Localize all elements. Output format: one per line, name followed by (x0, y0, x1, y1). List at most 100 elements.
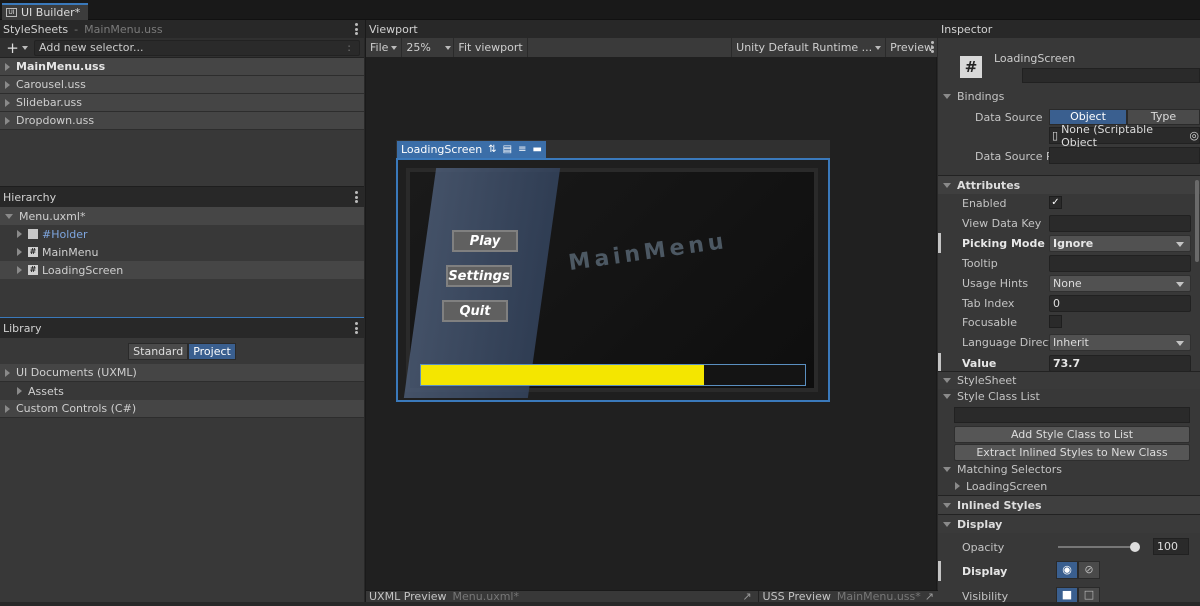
picking-mode-dropdown[interactable]: Ignore (1049, 234, 1191, 252)
left-panel: StyleSheets - MainMenu.uss + Add new sel… (0, 20, 364, 602)
zoom-label: 25% (406, 41, 431, 54)
play-button[interactable]: Play (452, 230, 518, 252)
tab-index-field[interactable]: 0 (1049, 294, 1191, 312)
language-direction-row: Language Directi Inherit (938, 332, 1200, 352)
collapse-arrow-icon[interactable] (943, 502, 951, 508)
hierarchy-item-mainmenu[interactable]: # MainMenu (0, 243, 364, 261)
library-item-custom-controls[interactable]: Custom Controls (C#) (0, 400, 364, 418)
ui-builder-tab[interactable]: UI UI Builder* (2, 3, 89, 20)
matching-selector-item[interactable]: LoadingScreen (938, 477, 1200, 495)
kebab-menu-icon[interactable] (355, 322, 358, 334)
kebab-menu-icon[interactable] (355, 191, 358, 203)
expand-arrow-icon[interactable] (955, 482, 960, 490)
inspector-header: Inspector (938, 20, 1200, 38)
add-style-class-button[interactable]: Add Style Class to List (954, 426, 1190, 443)
expand-arrow-icon[interactable] (5, 116, 10, 125)
value-field[interactable]: 73.7 (1049, 354, 1191, 372)
expand-arrow-icon[interactable] (5, 80, 10, 89)
opacity-slider-track[interactable] (1058, 546, 1134, 548)
tab-index-label: Tab Index (962, 296, 1015, 310)
kebab-menu-icon[interactable] (931, 41, 934, 53)
quit-button[interactable]: Quit (442, 300, 508, 322)
align-icon[interactable]: ▤ (503, 144, 512, 155)
kebab-menu-icon[interactable] (355, 23, 358, 35)
inspector-scrollbar[interactable] (1195, 180, 1199, 262)
collapse-arrow-icon[interactable] (5, 213, 13, 219)
opacity-slider-handle[interactable] (1130, 542, 1140, 552)
collapse-arrow-icon[interactable] (943, 378, 951, 383)
library-header: Library (0, 318, 364, 338)
matching-selectors-foldout[interactable]: Matching Selectors (938, 460, 1200, 478)
stylesheets-header: StyleSheets - MainMenu.uss (0, 20, 364, 38)
document-icon: ▯ (1052, 129, 1059, 142)
visibility-visible-icon[interactable]: ■ (1056, 587, 1078, 603)
display-flex-eye-icon[interactable]: ◉ (1056, 561, 1078, 579)
value-label: Value (962, 356, 997, 370)
stylesheet-row-carousel[interactable]: Carousel.uss (0, 76, 364, 94)
settings-button[interactable]: Settings (446, 265, 512, 287)
inlined-styles-foldout[interactable]: Inlined Styles (938, 495, 1200, 514)
hierarchy-label: MainMenu (42, 245, 99, 259)
flex-direction-icon[interactable]: ⇅ (488, 144, 496, 155)
expand-arrow-icon[interactable] (17, 230, 22, 238)
expand-arrow-icon[interactable] (5, 62, 10, 71)
focusable-checkbox[interactable] (1049, 315, 1062, 328)
element-name-field[interactable] (1022, 68, 1200, 83)
add-stylesheet-button[interactable]: + (0, 39, 34, 57)
file-menu[interactable]: File (366, 38, 403, 57)
object-field[interactable]: ▯ None (Scriptable Object ◎ (1049, 123, 1200, 149)
zoom-dropdown[interactable]: 25% (402, 38, 455, 57)
usage-hints-dropdown[interactable]: None (1049, 274, 1191, 292)
bindings-foldout[interactable]: Bindings (938, 86, 1200, 106)
hierarchy-item-holder[interactable]: #Holder (0, 225, 364, 243)
tooltip-field[interactable] (1049, 254, 1191, 272)
expand-arrow-icon[interactable] (5, 404, 10, 413)
justify-icon[interactable]: ≡ (518, 144, 526, 155)
stylesheets-title: StyleSheets (3, 22, 69, 36)
visibility-hidden-icon[interactable]: □ (1078, 587, 1100, 603)
uss-preview-file: MainMenu.uss* (836, 590, 921, 602)
collapse-arrow-icon[interactable] (943, 182, 951, 188)
enabled-label: Enabled (962, 196, 1007, 210)
loading-screen-canvas[interactable]: Play Settings Quit MainMenu (396, 158, 830, 402)
hierarchy-item-loadingscreen[interactable]: # LoadingScreen (0, 261, 364, 279)
open-external-icon[interactable]: ↗ (925, 591, 934, 602)
language-direction-dropdown[interactable]: Inherit (1049, 333, 1191, 351)
enabled-checkbox[interactable]: ✓ (1049, 196, 1062, 209)
library-item-assets[interactable]: Assets (0, 382, 364, 400)
opacity-field[interactable]: 100 (1153, 538, 1189, 555)
hierarchy-root[interactable]: Menu.uxml* (0, 207, 364, 225)
fit-viewport-button[interactable]: Fit viewport (454, 38, 528, 57)
collapse-arrow-icon[interactable] (943, 521, 951, 527)
stylesheet-row-mainmenu[interactable]: MainMenu.uss (0, 58, 364, 76)
expand-arrow-icon[interactable] (17, 387, 22, 395)
extract-inlined-styles-button[interactable]: Extract Inlined Styles to New Class (954, 444, 1190, 461)
library-item-uxml[interactable]: UI Documents (UXML) (0, 364, 364, 382)
add-selector-input[interactable]: Add new selector... : (34, 39, 360, 56)
tab-standard[interactable]: Standard (128, 342, 189, 360)
open-external-icon[interactable]: ↗ (742, 591, 751, 602)
expand-arrow-icon[interactable] (17, 248, 22, 256)
collapse-arrow-icon[interactable] (943, 93, 951, 99)
expand-arrow-icon[interactable] (5, 368, 10, 377)
collapse-arrow-icon[interactable] (943, 466, 951, 472)
selected-element-badge[interactable]: LoadingScreen ⇅ ▤ ≡ ▬ (397, 141, 546, 158)
object-picker-icon[interactable]: ◎ (1189, 129, 1199, 142)
theme-dropdown[interactable]: Unity Default Runtime ... (731, 38, 887, 57)
data-source-path-field[interactable] (1049, 147, 1200, 164)
tab-title: UI Builder* (21, 6, 81, 19)
stylesheet-row-dropdown[interactable]: Dropdown.uss (0, 112, 364, 130)
view-data-key-field[interactable] (1049, 214, 1191, 232)
expand-arrow-icon[interactable] (5, 98, 10, 107)
wrap-icon[interactable]: ▬ (532, 144, 541, 155)
display-none-eye-icon[interactable]: ⊘ (1078, 561, 1100, 579)
display-foldout[interactable]: Display (938, 514, 1200, 533)
attributes-foldout[interactable]: Attributes (938, 175, 1200, 194)
tab-project[interactable]: Project (188, 342, 236, 360)
style-class-list-foldout[interactable]: Style Class List (938, 387, 1200, 405)
stylesheet-row-slidebar[interactable]: Slidebar.uss (0, 94, 364, 112)
style-class-input[interactable] (954, 407, 1190, 423)
expand-arrow-icon[interactable] (17, 266, 22, 274)
collapse-arrow-icon[interactable] (943, 393, 951, 399)
add-selector-placeholder: Add new selector... (39, 41, 144, 54)
